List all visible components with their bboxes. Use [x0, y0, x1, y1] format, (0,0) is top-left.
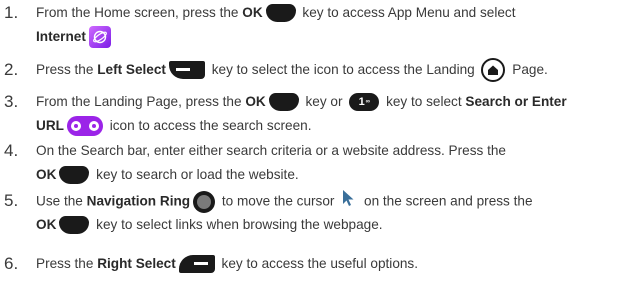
- right-select-label: Right Select: [97, 256, 176, 271]
- one-key-label: 1: [358, 96, 365, 109]
- internet-label: Internet: [36, 29, 86, 44]
- step-text: Press the Right Select key to access the…: [36, 252, 636, 276]
- step-text: Press the Left Select key to select the …: [36, 58, 636, 83]
- text-segment: From the Landing Page, press the: [36, 94, 246, 109]
- url-label: URL: [36, 118, 64, 133]
- ok-label: OK: [242, 5, 263, 20]
- text-segment: key to select: [382, 94, 466, 109]
- text-segment: key to access App Menu and select: [298, 5, 516, 20]
- step-2: 2. Press the Left Select key to select t…: [0, 58, 636, 83]
- step-text: From the Home screen, press the OK key t…: [36, 1, 636, 49]
- step-text: Use the Navigation Ring to move the curs…: [36, 189, 636, 237]
- search-url-icon: [66, 116, 103, 137]
- text-segment: Press the: [36, 256, 98, 271]
- left-select-key-icon: [168, 61, 205, 80]
- left-select-label: Left Select: [97, 62, 166, 77]
- text-segment: From the Home screen, press the: [36, 5, 243, 20]
- step-number: 4.: [4, 141, 19, 160]
- ok-key-icon: [268, 93, 299, 112]
- text-segment: to move the cursor: [218, 193, 339, 209]
- text-segment: icon to access the search screen.: [105, 118, 312, 133]
- one-key-sub: ∞: [365, 99, 370, 106]
- ok-label: OK: [36, 217, 57, 232]
- step-4: 4. On the Search bar, enter either searc…: [0, 139, 636, 187]
- internet-app-icon: [88, 26, 111, 49]
- step-text: On the Search bar, enter either search c…: [36, 139, 636, 187]
- ok-label: OK: [245, 94, 266, 109]
- one-key-icon: 1 ∞: [349, 93, 380, 112]
- cursor-icon: [342, 189, 356, 215]
- home-icon: [481, 58, 506, 83]
- step-text: From the Landing Page, press the OK key …: [36, 90, 636, 138]
- text-segment: key to access the useful options.: [217, 256, 419, 271]
- step-5: 5. Use the Navigation Ring to move the c…: [0, 189, 636, 237]
- text-segment: key to select the icon to access the Lan…: [207, 62, 479, 77]
- text-segment: Page.: [508, 62, 548, 77]
- text-segment: Use the: [36, 193, 87, 209]
- navigation-ring-icon: [193, 191, 216, 213]
- step-6: 6. Press the Right Select key to access …: [0, 252, 636, 276]
- step-number: 6.: [4, 254, 19, 273]
- step-3: 3. From the Landing Page, press the OK k…: [0, 90, 636, 138]
- ok-key-icon: [59, 166, 90, 185]
- text-segment: key or: [301, 94, 347, 109]
- ok-key-icon: [265, 4, 296, 23]
- right-select-key-icon: [178, 255, 215, 274]
- text-segment: key to select links when browsing the we…: [92, 217, 383, 232]
- text-segment: on the screen and press the: [360, 193, 533, 209]
- step-number: 2.: [4, 60, 19, 79]
- step-number: 5.: [4, 191, 19, 210]
- ok-label: OK: [36, 167, 57, 182]
- text-segment: key to search or load the website.: [92, 167, 299, 182]
- step-number: 3.: [4, 92, 19, 111]
- ok-key-icon: [59, 216, 90, 235]
- step-number: 1.: [4, 3, 19, 22]
- navigation-ring-label: Navigation Ring: [86, 193, 191, 209]
- search-enter-label: Search or Enter: [465, 94, 567, 109]
- step-1: 1. From the Home screen, press the OK ke…: [0, 1, 636, 49]
- text-segment: Press the: [36, 62, 98, 77]
- text-segment: On the Search bar, enter either search c…: [36, 143, 506, 158]
